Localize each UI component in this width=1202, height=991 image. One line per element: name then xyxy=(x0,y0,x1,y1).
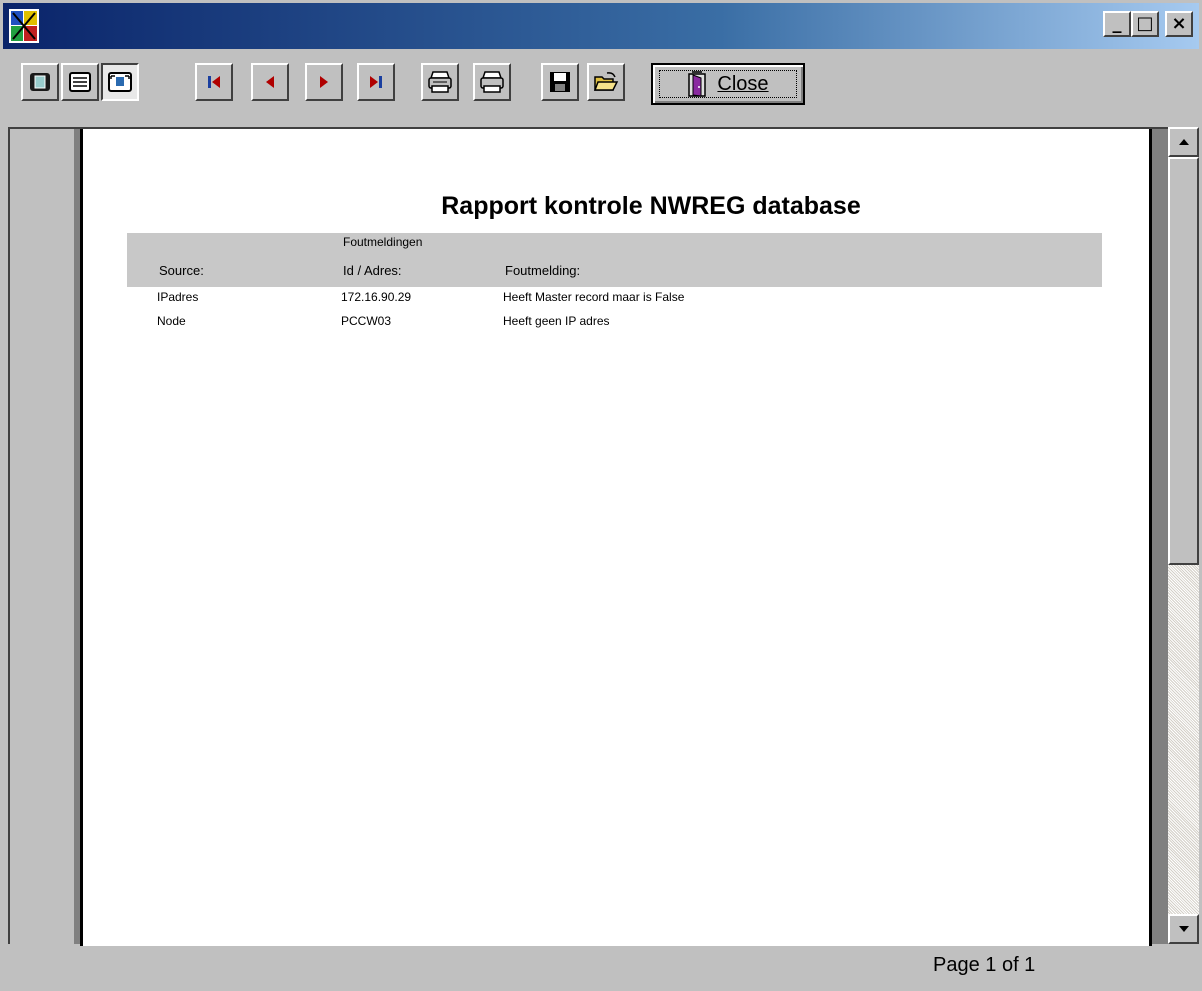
report-preview-area[interactable]: Rapport kontrole NWREG database Foutmeld… xyxy=(8,127,1168,946)
previous-page-button[interactable] xyxy=(251,63,289,101)
minimize-icon: _ xyxy=(1112,13,1122,34)
band-caption: Foutmeldingen xyxy=(343,235,423,249)
table-row-cell-message: Heeft geen IP adres xyxy=(503,314,610,328)
maximize-button[interactable]: □ xyxy=(1131,11,1159,37)
list-view-button[interactable] xyxy=(61,63,99,101)
one-page-view-button[interactable] xyxy=(21,63,59,101)
next-page-button[interactable] xyxy=(305,63,343,101)
zoom-view-button[interactable] xyxy=(101,63,139,101)
first-page-icon xyxy=(208,76,220,88)
last-page-icon xyxy=(370,76,382,88)
print-button[interactable] xyxy=(473,63,511,101)
report-page: Rapport kontrole NWREG database Foutmeld… xyxy=(80,129,1152,946)
table-row-cell-id: PCCW03 xyxy=(341,314,392,328)
printer-icon xyxy=(480,71,504,93)
floppy-disk-icon xyxy=(550,72,570,92)
table-row-cell-message: Heeft Master record maar is False xyxy=(503,290,685,304)
title-bar[interactable]: _ □ × xyxy=(3,3,1199,49)
save-button[interactable] xyxy=(541,63,579,101)
column-header-foutmelding: Foutmelding: xyxy=(505,263,581,278)
previous-page-icon xyxy=(266,76,274,88)
zoom-page-icon xyxy=(108,72,132,92)
report-title: Rapport kontrole NWREG database xyxy=(441,192,861,220)
arrow-down-icon xyxy=(1178,926,1189,932)
vertical-scrollbar[interactable] xyxy=(1168,127,1199,944)
close-icon: × xyxy=(1171,13,1187,34)
report-header-band: Foutmeldingen Source: Id / Adres: Foutme… xyxy=(127,233,1102,287)
scroll-down-button[interactable] xyxy=(1168,914,1199,944)
printer-setup-icon xyxy=(428,71,452,93)
column-header-id-adres: Id / Adres: xyxy=(343,263,402,278)
report-preview-window: _ □ × Close Rapport kontrole NWREG datab… xyxy=(0,0,1202,991)
close-report-label: Close xyxy=(717,72,769,95)
window-close-button[interactable]: × xyxy=(1165,11,1193,37)
preview-gutter xyxy=(10,129,74,944)
open-button[interactable] xyxy=(587,63,625,101)
app-icon xyxy=(9,9,39,43)
page-indicator: Page 1 of 1 xyxy=(933,954,1036,976)
status-bar: Page 1 of 1 xyxy=(3,946,1199,988)
open-folder-icon xyxy=(593,72,619,91)
table-row-cell-source: IPadres xyxy=(157,290,199,304)
single-page-icon xyxy=(30,73,50,91)
arrow-up-icon xyxy=(1178,139,1189,145)
table-row-cell-source: Node xyxy=(157,314,186,328)
table-row-cell-id: 172.16.90.29 xyxy=(341,290,412,304)
column-header-source: Source: xyxy=(159,263,204,278)
first-page-button[interactable] xyxy=(195,63,233,101)
print-setup-button[interactable] xyxy=(421,63,459,101)
minimize-button[interactable]: _ xyxy=(1103,11,1131,37)
list-lines-icon xyxy=(69,72,91,92)
door-exit-icon xyxy=(688,71,707,97)
maximize-icon: □ xyxy=(1136,13,1154,34)
close-report-focus: Close xyxy=(659,70,797,98)
last-page-button[interactable] xyxy=(357,63,395,101)
scroll-up-button[interactable] xyxy=(1168,127,1199,157)
next-page-icon xyxy=(320,76,328,88)
close-report-button[interactable]: Close xyxy=(651,63,805,105)
toolbar: Close xyxy=(3,49,1199,127)
scroll-thumb[interactable] xyxy=(1168,157,1199,565)
